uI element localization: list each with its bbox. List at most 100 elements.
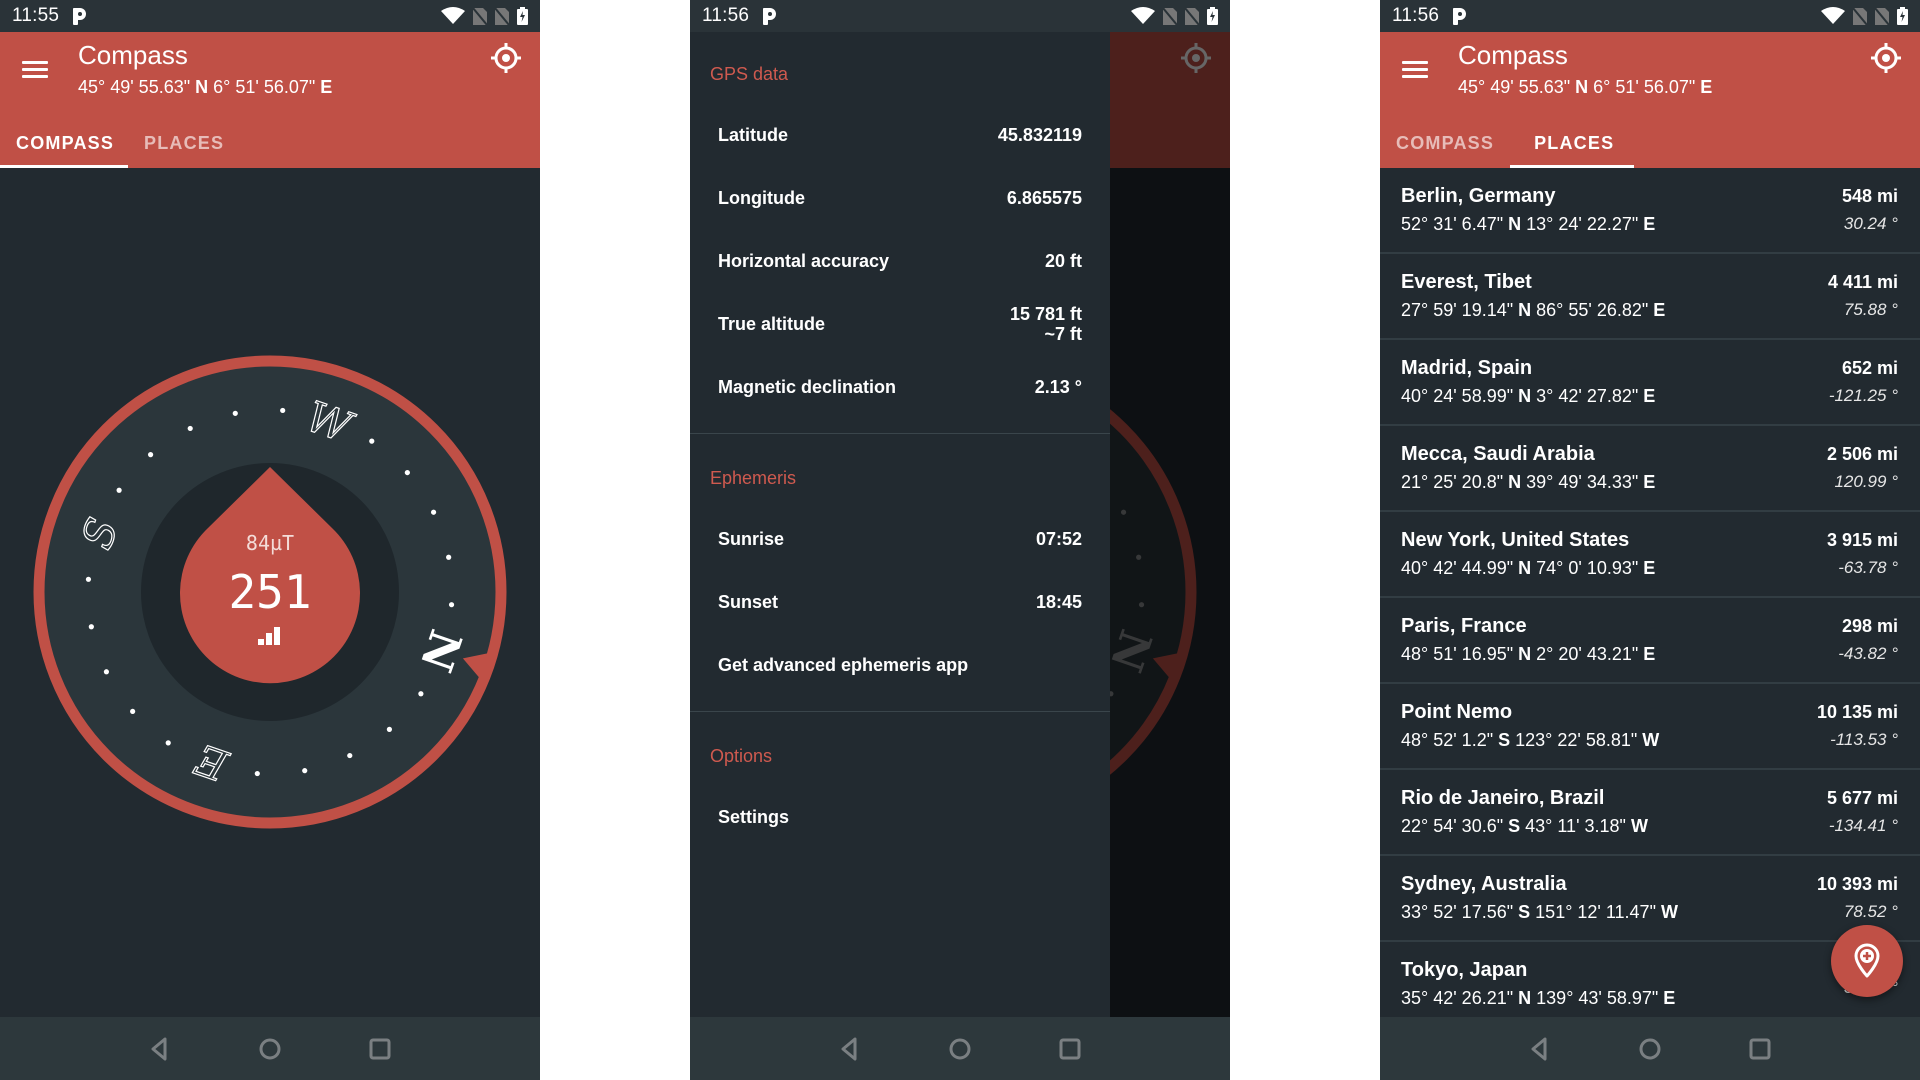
true-altitude-row[interactable]: True altitude 15 781 ft ~7 ft — [690, 293, 1110, 356]
status-bar: 11:56 — [1380, 0, 1920, 32]
settings-item[interactable]: Settings — [690, 786, 1110, 849]
place-info: Point Nemo 48° 52' 1.2" S 123° 22' 58.81"… — [1401, 701, 1659, 751]
place-name: Madrid, Spain — [1401, 357, 1533, 379]
place-name: Berlin, Germany — [1401, 185, 1556, 207]
battery-charging-icon — [1897, 7, 1908, 25]
place-metrics: 10 135 mi -113.53 ° — [1817, 702, 1898, 750]
place-coordinates: 40° 42' 44.99" N 74° 0' 10.93" E — [1401, 558, 1655, 579]
compass-tick-dot — [369, 438, 375, 444]
place-lon: 43° 11' 3.18" — [1525, 816, 1626, 836]
row-value: 20 ft — [1044, 250, 1082, 271]
hamburger-menu-icon[interactable] — [1402, 57, 1430, 81]
battery-charging-icon — [1207, 7, 1218, 25]
compass-tick-dot — [386, 726, 393, 732]
latitude-row[interactable]: Latitude 45.832119 — [690, 104, 1110, 167]
accuracy-signal-bar — [258, 639, 264, 645]
longitude-dms: 6° 51' 56.07" — [1593, 77, 1696, 97]
parking-app-icon — [73, 7, 87, 25]
horizontal-accuracy-row[interactable]: Horizontal accuracy 20 ft — [690, 230, 1110, 293]
app-title: Compass — [1458, 40, 1568, 70]
place-info: Mecca, Saudi Arabia 21° 25' 20.8" N 39° 4… — [1401, 443, 1655, 493]
compass-tick-dot — [347, 752, 353, 759]
place-lon-dir: E — [1643, 386, 1656, 406]
place-lon-dir: E — [1643, 644, 1656, 664]
gps-data-section: GPS data Latitude 45.832119 Longitude 6.… — [690, 32, 1110, 434]
tab-places[interactable]: PLACES — [1510, 118, 1635, 168]
place-distance: 548 mi — [1841, 186, 1898, 206]
recents-icon[interactable] — [1055, 1034, 1085, 1064]
row-label: Latitude — [718, 125, 788, 145]
place-lon-dir: W — [1660, 902, 1678, 922]
back-icon[interactable] — [145, 1034, 175, 1064]
current-coordinates: 45° 49' 55.63" N 6° 51' 56.07" E — [78, 77, 332, 98]
magnetic-declination-row[interactable]: Magnetic declination 2.13 ° — [690, 356, 1110, 419]
place-info: New York, United States 40° 42' 44.99" N … — [1401, 529, 1655, 579]
place-row[interactable]: Point Nemo 48° 52' 1.2" S 123° 22' 58.81"… — [1380, 684, 1920, 770]
row-label: Longitude — [718, 188, 805, 208]
latitude-direction: N — [195, 77, 209, 97]
place-lon: 139° 43' 58.97" — [1536, 988, 1659, 1008]
compass-dial[interactable]: NESW84µT251 — [0, 168, 540, 1017]
place-lat: 22° 54' 30.6" — [1401, 816, 1504, 836]
place-distance: 10 135 mi — [1816, 702, 1898, 722]
tab-places[interactable]: PLACES — [128, 118, 240, 168]
compass-tick-dot — [187, 425, 193, 432]
status-bar: 11:56 — [690, 0, 1230, 32]
place-name: Mecca, Saudi Arabia — [1401, 443, 1595, 465]
place-bearing: 120.99 ° — [1834, 472, 1898, 491]
sunrise-row[interactable]: Sunrise 07:52 — [690, 508, 1110, 571]
place-bearing: -134.41 ° — [1828, 816, 1898, 835]
place-row[interactable]: New York, United States 40° 42' 44.99" N … — [1380, 512, 1920, 598]
place-lat: 21° 25' 20.8" — [1401, 472, 1504, 492]
place-lat: 27° 59' 19.14" — [1401, 300, 1514, 320]
compass-tick-dot — [448, 602, 455, 608]
place-lat: 52° 31' 6.47" — [1401, 214, 1504, 234]
recents-icon[interactable] — [365, 1034, 395, 1064]
recents-icon[interactable] — [1745, 1034, 1775, 1064]
no-sim-icon — [1163, 7, 1177, 25]
app-title: Compass — [78, 40, 188, 70]
place-lon: 2° 20' 43.21" — [1536, 644, 1639, 664]
place-coordinates: 48° 52' 1.2" S 123° 22' 58.81" W — [1401, 730, 1659, 751]
place-metrics: 298 mi -43.82 ° — [1838, 616, 1898, 664]
tab-compass[interactable]: COMPASS — [1380, 118, 1510, 168]
home-icon[interactable] — [945, 1034, 975, 1064]
place-row[interactable]: Sydney, Australia 33° 52' 17.56" S 151° 1… — [1380, 856, 1920, 942]
longitude-row[interactable]: Longitude 6.865575 — [690, 167, 1110, 230]
place-bearing: 30.24 ° — [1843, 214, 1898, 233]
sunset-row[interactable]: Sunset 18:45 — [690, 571, 1110, 634]
place-row[interactable]: Mecca, Saudi Arabia 21° 25' 20.8" N 39° 4… — [1380, 426, 1920, 512]
place-coordinates: 27° 59' 19.14" N 86° 55' 26.82" E — [1401, 300, 1665, 321]
place-metrics: 2 506 mi 120.99 ° — [1827, 444, 1898, 492]
longitude-direction: E — [1700, 77, 1713, 97]
home-icon[interactable] — [255, 1034, 285, 1064]
place-name: Paris, France — [1401, 615, 1527, 637]
place-name: Everest, Tibet — [1401, 271, 1532, 293]
tab-compass[interactable]: COMPASS — [0, 118, 128, 168]
home-icon[interactable] — [1635, 1034, 1665, 1064]
row-value: 2.13 ° — [1034, 376, 1082, 397]
gps-locate-icon[interactable] — [486, 38, 526, 78]
place-row[interactable]: Berlin, Germany 52° 31' 6.47" N 13° 24' 2… — [1380, 168, 1920, 254]
place-distance: 4 411 mi — [1827, 272, 1898, 292]
place-lon: 86° 55' 26.82" — [1536, 300, 1649, 320]
add-place-button[interactable] — [1831, 925, 1903, 997]
compass-tick-dot — [404, 469, 410, 476]
back-icon[interactable] — [835, 1034, 865, 1064]
place-distance: 652 mi — [1841, 358, 1898, 378]
place-row[interactable]: Rio de Janeiro, Brazil 22° 54' 30.6" S 43… — [1380, 770, 1920, 856]
get-ephemeris-app-link[interactable]: Get advanced ephemeris app — [690, 634, 1110, 697]
back-icon[interactable] — [1525, 1034, 1555, 1064]
place-coordinates: 21° 25' 20.8" N 39° 49' 34.33" E — [1401, 472, 1655, 493]
compass-tick-dot — [418, 691, 424, 697]
place-lon-dir: E — [1643, 472, 1656, 492]
place-row[interactable]: Madrid, Spain 40° 24' 58.99" N 3° 42' 27.… — [1380, 340, 1920, 426]
gps-locate-icon[interactable] — [1866, 38, 1906, 78]
row-label: Sunrise — [718, 529, 785, 549]
place-row[interactable]: Paris, France 48° 51' 16.95" N 2° 20' 43.… — [1380, 598, 1920, 684]
place-metrics: 10 393 mi 78.52 ° — [1817, 874, 1898, 922]
place-lon: 151° 12' 11.47" — [1535, 902, 1656, 922]
hamburger-menu-icon[interactable] — [22, 57, 50, 81]
row-label: Magnetic declination — [718, 377, 897, 397]
place-row[interactable]: Everest, Tibet 27° 59' 19.14" N 86° 55' 2… — [1380, 254, 1920, 340]
